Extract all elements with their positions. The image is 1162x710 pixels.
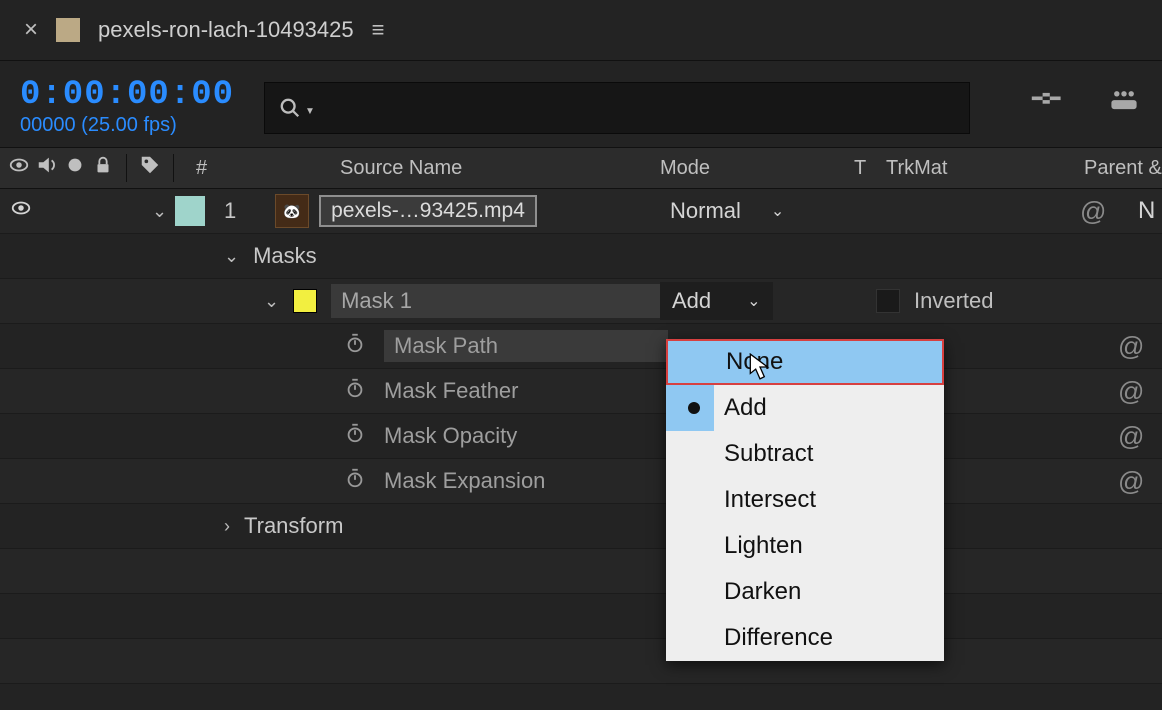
mode-column-header[interactable]: Mode xyxy=(660,157,710,180)
mask-inverted-checkbox[interactable] xyxy=(876,289,900,313)
mask-mode-option-difference[interactable]: Difference xyxy=(666,615,944,661)
frame-blend-icon[interactable] xyxy=(1106,86,1142,121)
timeline-column-header: # Source Name Mode T TrkMat Parent & xyxy=(0,147,1162,189)
empty-row xyxy=(0,594,1162,639)
mask-mode-dropdown[interactable]: Add ⌄ xyxy=(660,282,773,320)
mask-path-label: Mask Path xyxy=(384,330,668,362)
mask-inverted-label: Inverted xyxy=(914,288,994,314)
solo-column-icon[interactable] xyxy=(64,154,86,182)
mask-mode-option-label: Add xyxy=(724,394,767,422)
mask-expansion-label: Mask Expansion xyxy=(384,468,545,494)
transform-group-row[interactable]: › Transform xyxy=(0,504,1162,549)
mask-mode-option-subtract[interactable]: Subtract xyxy=(666,431,944,477)
property-pickwhip-icon[interactable]: @ xyxy=(1118,331,1144,362)
stopwatch-icon[interactable] xyxy=(344,422,366,450)
shy-layers-icon[interactable] xyxy=(1030,86,1066,121)
mask-opacity-row[interactable]: Mask Opacity @ xyxy=(0,414,1162,459)
stopwatch-icon[interactable] xyxy=(344,332,366,360)
mask-mode-option-darken[interactable]: Darken xyxy=(666,569,944,615)
parent-column-header[interactable]: Parent & xyxy=(1084,157,1162,180)
masks-group-label: Masks xyxy=(253,243,317,269)
video-column-icon[interactable] xyxy=(8,154,30,182)
composition-tab-bar: × pexels-ron-lach-10493425 ≡ xyxy=(0,0,1162,61)
trkmat-column-header[interactable]: TrkMat xyxy=(886,157,947,180)
property-pickwhip-icon[interactable]: @ xyxy=(1118,421,1144,452)
mask-name[interactable]: Mask 1 xyxy=(331,284,691,318)
mask-row[interactable]: ⌄ Mask 1 Add ⌄ Inverted xyxy=(0,279,1162,324)
masks-group-row[interactable]: ⌄ Masks xyxy=(0,234,1162,279)
current-timecode[interactable]: 0:00:00:00 xyxy=(20,76,234,114)
mask-mode-option-add[interactable]: Add xyxy=(666,385,944,431)
layer-row[interactable]: ⌄ 1 🐼 pexels-…93425.mp4 Normal ⌄ @ N xyxy=(0,189,1162,234)
chevron-down-icon: ⌄ xyxy=(771,201,784,221)
transform-group-label: Transform xyxy=(244,513,343,539)
mask-mode-dropdown-list: None Add Subtract Intersect Lighten Dark… xyxy=(666,339,944,661)
source-name-column-header[interactable]: Source Name xyxy=(340,157,462,180)
label-column-icon[interactable] xyxy=(139,154,161,182)
layer-thumbnail-icon: 🐼 xyxy=(275,194,309,228)
empty-row xyxy=(0,639,1162,684)
close-tab-icon[interactable]: × xyxy=(24,16,38,44)
layer-label-color[interactable] xyxy=(175,196,205,226)
layer-blend-mode-dropdown[interactable]: Normal ⌄ xyxy=(660,194,794,228)
stopwatch-icon[interactable] xyxy=(344,377,366,405)
mask-opacity-label: Mask Opacity xyxy=(384,423,517,449)
layer-disclosure-icon[interactable]: ⌄ xyxy=(152,201,167,222)
mask-feather-label: Mask Feather xyxy=(384,378,519,404)
mask-color-swatch[interactable] xyxy=(293,289,317,313)
masks-disclosure-icon[interactable]: ⌄ xyxy=(224,246,239,267)
parent-value[interactable]: N xyxy=(1138,197,1155,225)
frame-rate-display: 00000 (25.00 fps) xyxy=(20,114,234,137)
property-pickwhip-icon[interactable]: @ xyxy=(1118,376,1144,407)
current-selection-dot-icon xyxy=(688,402,700,414)
panel-menu-icon[interactable]: ≡ xyxy=(372,17,385,43)
lock-column-icon[interactable] xyxy=(92,154,114,182)
empty-row xyxy=(0,549,1162,594)
transform-disclosure-icon[interactable]: › xyxy=(224,516,230,537)
mask-expansion-row[interactable]: Mask Expansion @ xyxy=(0,459,1162,504)
search-dropdown-icon[interactable]: ▼ xyxy=(305,106,315,117)
stopwatch-icon[interactable] xyxy=(344,467,366,495)
layer-index: 1 xyxy=(215,198,245,224)
timeline-search-input[interactable]: ▼ xyxy=(264,82,970,134)
chevron-down-icon: ⌄ xyxy=(747,291,760,311)
mask-disclosure-icon[interactable]: ⌄ xyxy=(264,291,279,312)
tab-title[interactable]: pexels-ron-lach-10493425 xyxy=(98,17,354,43)
parent-pickwhip-icon[interactable]: @ xyxy=(1080,196,1106,227)
search-icon xyxy=(279,97,301,119)
visibility-eye-icon[interactable] xyxy=(10,197,32,225)
property-pickwhip-icon[interactable]: @ xyxy=(1118,466,1144,497)
mask-mode-option-intersect[interactable]: Intersect xyxy=(666,477,944,523)
mask-mode-option-none[interactable]: None xyxy=(666,339,944,385)
layer-blend-mode-value: Normal xyxy=(670,198,741,224)
mask-mode-option-lighten[interactable]: Lighten xyxy=(666,523,944,569)
audio-column-icon[interactable] xyxy=(36,154,58,182)
track-matte-t-column-header[interactable]: T xyxy=(854,157,866,180)
index-column-header[interactable]: # xyxy=(186,157,217,180)
layer-name[interactable]: pexels-…93425.mp4 xyxy=(319,195,537,227)
tab-color-swatch[interactable] xyxy=(56,18,80,42)
mask-feather-row[interactable]: Mask Feather @ xyxy=(0,369,1162,414)
mask-path-row[interactable]: Mask Path @ xyxy=(0,324,1162,369)
mask-mode-value: Add xyxy=(672,288,711,314)
